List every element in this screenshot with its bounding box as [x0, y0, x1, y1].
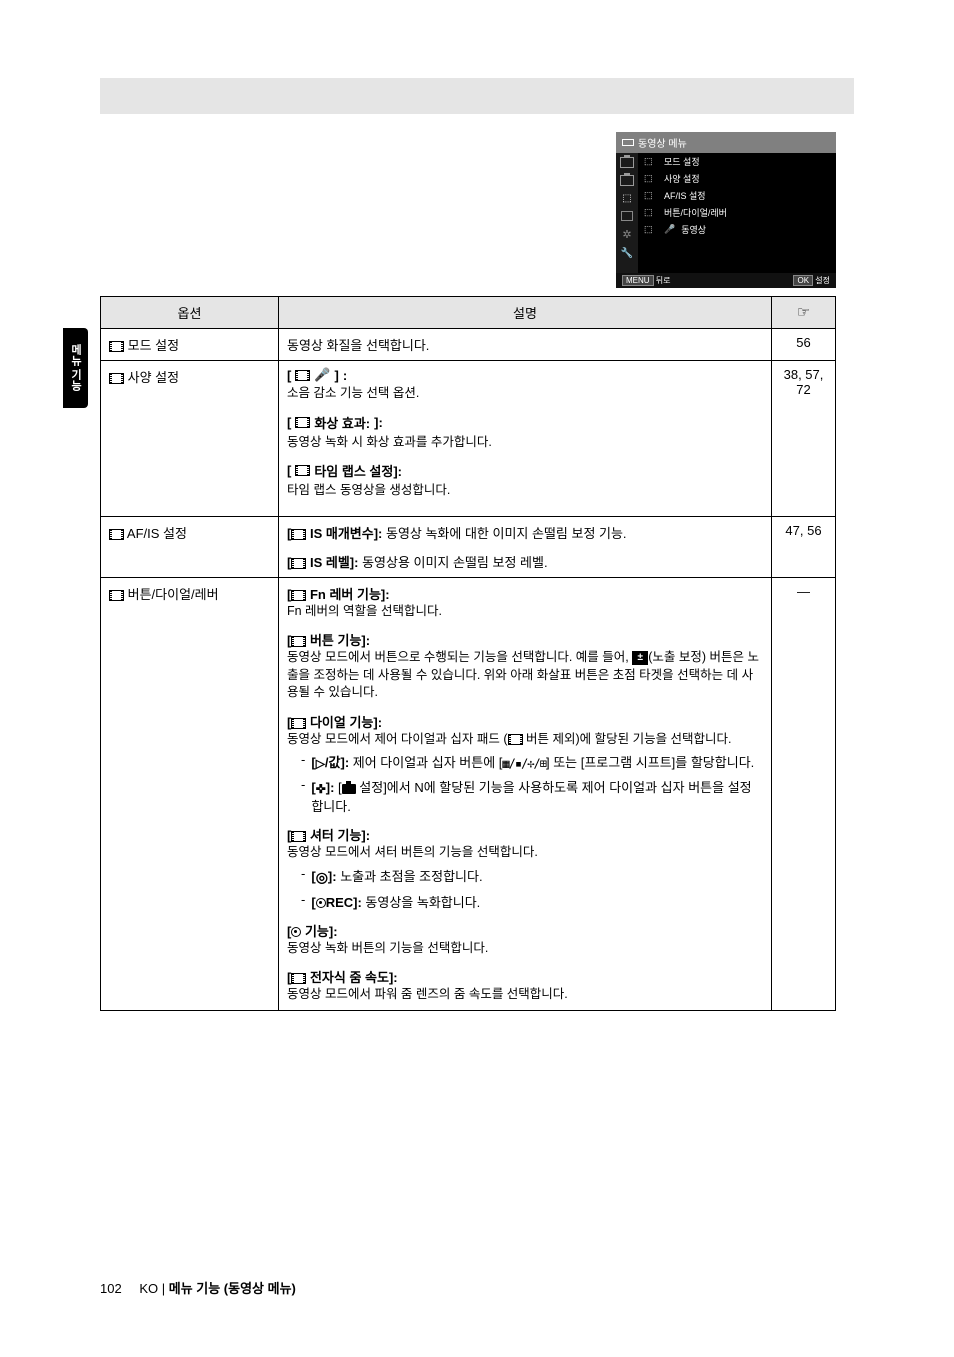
metering-modes-icon: ▦/▪/✢/⊞	[502, 757, 546, 771]
option-text: AF/IS 설정	[127, 526, 187, 541]
play-triangle-icon: ▷	[316, 757, 325, 771]
option-text: 모드 설정	[128, 338, 179, 353]
table-row: 버튼/다이얼/레버 [ Fn 레버 기능]: Fn 레버의 역할을 선택합니다.…	[101, 577, 836, 1010]
movie-icon	[295, 465, 310, 476]
mic-icon: 🎤	[314, 367, 330, 383]
movie-icon	[109, 373, 124, 384]
side-tab-label: 메뉴 기능	[68, 344, 84, 391]
option-text: 버튼/다이얼/레버	[128, 587, 219, 602]
movie-icon	[291, 529, 306, 540]
col-ref: ☞	[772, 297, 836, 329]
menu-screenshot: 동영상 메뉴 ⬚ ✲ 🔧 ⬚모드 설정 ⬚사양 설정 ⬚AF/IS 설정 ⬚버튼…	[616, 132, 836, 282]
menu-rows: ⬚모드 설정 ⬚사양 설정 ⬚AF/IS 설정 ⬚버튼/다이얼/레버 ⬚🎤동영상	[638, 153, 836, 273]
footer-section: 메뉴 기능 (동영상 메뉴)	[169, 1281, 296, 1296]
options-table: 옵션 설명 ☞ 모드 설정 동영상 화질을 선택합니다. 56 사양 설정 [	[100, 296, 836, 1011]
table-row: AF/IS 설정 [ IS 매개변수]: 동영상 녹화에 대한 이미지 손떨림 …	[101, 516, 836, 577]
menu-title: 동영상 메뉴	[638, 135, 687, 150]
exposure-compensation-icon: ±	[632, 651, 648, 665]
movie-icon	[109, 529, 124, 540]
ref-text: 47, 56	[785, 523, 821, 538]
lens-icon: ◎	[316, 869, 328, 885]
record-icon	[291, 927, 301, 937]
menu-side-icons: ⬚ ✲ 🔧	[616, 153, 638, 273]
af-target-icon: ✜	[316, 782, 326, 796]
ref-text: 38, 57, 72	[784, 367, 824, 397]
movie-icon	[291, 718, 306, 729]
movie-icon	[295, 417, 310, 428]
movie-icon	[291, 636, 306, 647]
page-footer: 102 KO | 메뉴 기능 (동영상 메뉴)	[100, 1278, 296, 1297]
camera-icon	[342, 784, 356, 794]
movie-icon	[291, 590, 306, 601]
menu-title-bar: 동영상 메뉴	[616, 132, 836, 153]
side-tab: 메뉴 기능	[63, 328, 88, 408]
movie-icon	[508, 734, 523, 745]
ref-text: 56	[796, 335, 810, 350]
battery-icon	[622, 139, 634, 146]
movie-icon	[295, 370, 310, 381]
movie-icon	[109, 341, 124, 352]
ref-text: —	[797, 584, 810, 599]
movie-icon	[109, 590, 124, 601]
table-row: 사양 설정 [🎤]: 소음 감소 기능 선택 옵션. [ 화상 효과:]: 동영…	[101, 361, 836, 517]
movie-icon	[291, 973, 306, 984]
page-number: 102	[100, 1281, 122, 1296]
gear-icon: ✲	[622, 228, 631, 241]
movie-icon: ⬚	[622, 193, 631, 204]
camera-icon	[620, 157, 634, 168]
col-option: 옵션	[101, 297, 279, 329]
camera-icon-2	[620, 175, 634, 186]
option-text: 사양 설정	[128, 370, 179, 385]
col-description: 설명	[279, 297, 772, 329]
record-icon	[316, 898, 326, 908]
header-band	[100, 78, 854, 114]
table-row: 모드 설정 동영상 화질을 선택합니다. 56	[101, 329, 836, 361]
reference-icon: ☞	[797, 304, 810, 321]
play-icon	[621, 211, 633, 221]
desc-text: 동영상 화질을 선택합니다.	[287, 338, 429, 353]
wrench-icon: 🔧	[621, 248, 633, 259]
movie-icon	[291, 558, 306, 569]
movie-icon	[291, 831, 306, 842]
